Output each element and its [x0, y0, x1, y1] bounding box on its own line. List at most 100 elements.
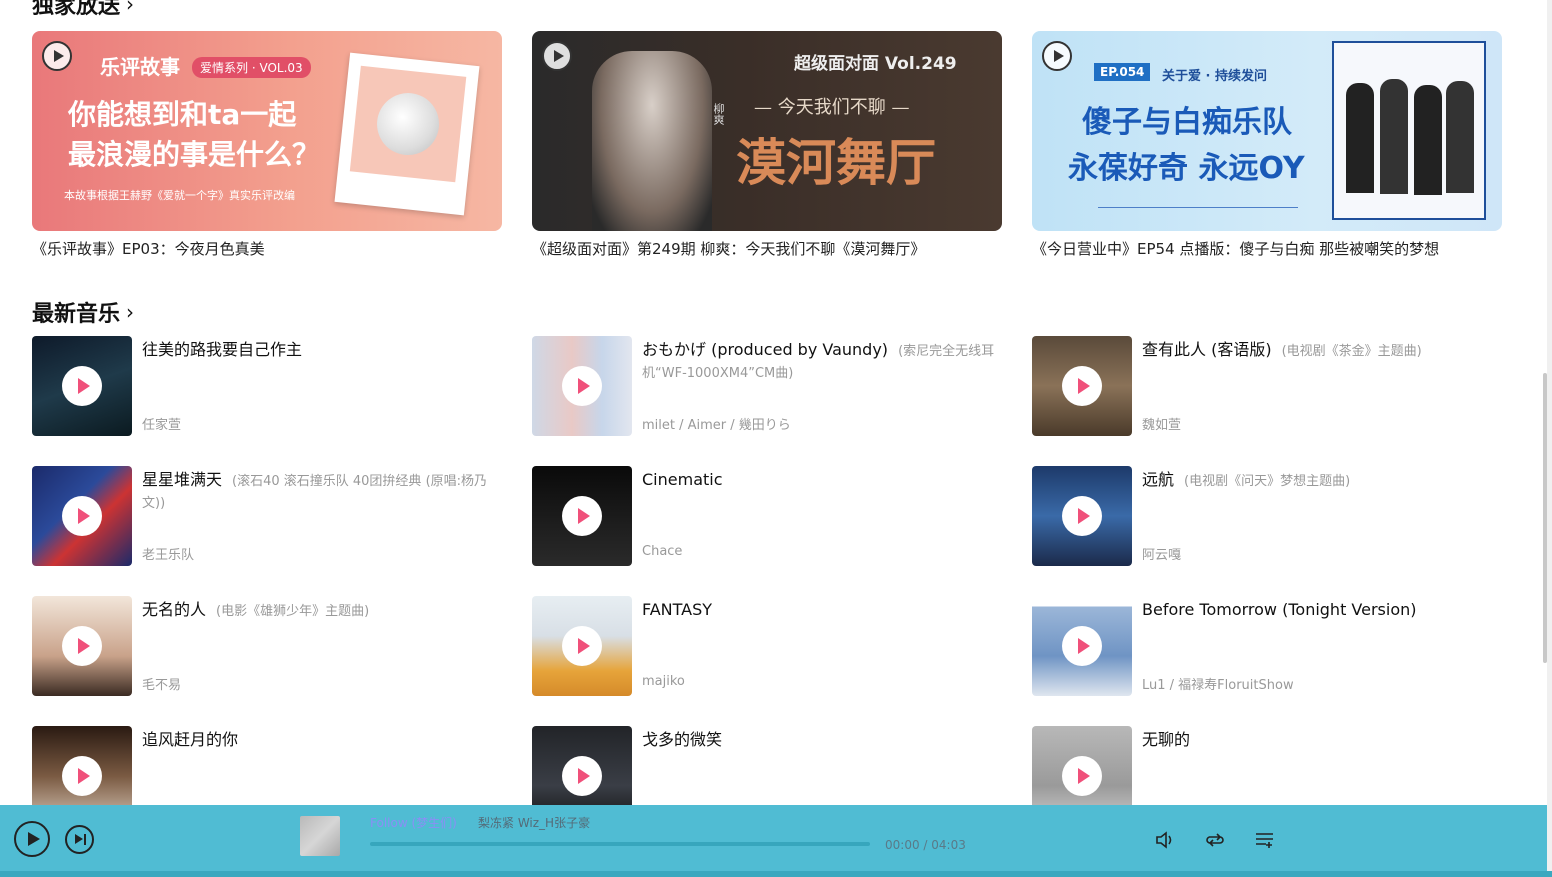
song-name: 戈多的微笑 — [642, 730, 723, 749]
song-cover — [1032, 596, 1132, 696]
song-item[interactable]: 星星堆满天 (滚石40 滚石撞乐队 40团拚经典 (原唱:杨乃文)) 老王乐队 — [32, 466, 502, 566]
play-icon[interactable] — [562, 496, 602, 536]
play-icon[interactable] — [1062, 496, 1102, 536]
exclusive-section-title[interactable]: 独家放送 › — [32, 0, 134, 20]
song-name: 远航 — [1142, 470, 1175, 489]
play-icon[interactable] — [62, 626, 102, 666]
play-icon[interactable] — [62, 496, 102, 536]
play-icon[interactable] — [1062, 626, 1102, 666]
song-name: おもかげ (produced by Vaundy) — [642, 340, 889, 359]
now-playing-cover[interactable] — [300, 816, 340, 856]
polaroid-image — [334, 52, 480, 216]
playlist-icon[interactable] — [1254, 829, 1276, 851]
song-artist[interactable]: 毛不易 — [142, 674, 181, 693]
song-artist[interactable]: Chace — [642, 544, 682, 559]
next-button[interactable] — [65, 825, 94, 854]
repeat-icon[interactable] — [1204, 829, 1226, 851]
banner-card[interactable]: 超级面对面 Vol.249 — 今天我们不聊 — 漠河舞厅 柳爽 — [532, 31, 1002, 231]
song-cover — [32, 596, 132, 696]
song-title: 查有此人 (客语版) (电视剧《茶金》主题曲) — [1142, 340, 1502, 362]
now-playing-track[interactable]: Follow (梦生们) — [370, 814, 457, 831]
song-artist[interactable]: 魏如萱 — [1142, 414, 1181, 433]
song-title: 无聊的 — [1142, 730, 1502, 752]
song-artist[interactable]: milet / Aimer / 幾田りら — [642, 414, 791, 433]
song-name: 星星堆满天 — [142, 470, 223, 489]
banner-caption[interactable]: 《今日营业中》EP54 点播版：傻子与白痴 那些被嘲笑的梦想 — [1032, 238, 1439, 259]
song-cover — [32, 336, 132, 436]
play-icon[interactable] — [542, 41, 572, 71]
play-icon[interactable] — [1062, 756, 1102, 796]
song-title: FANTASY — [642, 600, 1002, 622]
play-icon[interactable] — [62, 366, 102, 406]
song-name: 无聊的 — [1142, 730, 1191, 749]
song-title: Cinematic — [642, 470, 1002, 492]
banner-brand: 超级面对面 Vol.249 — [794, 54, 957, 74]
scrollbar-track[interactable] — [1547, 0, 1552, 877]
play-icon[interactable] — [562, 366, 602, 406]
banner-headline: 漠河舞厅 — [736, 133, 936, 192]
play-icon — [28, 832, 40, 846]
song-cover — [1032, 336, 1132, 436]
song-title: おもかげ (produced by Vaundy) (索尼完全无线耳机“WF-10… — [642, 340, 1002, 384]
song-item[interactable]: 无名的人 (电影《雄狮少年》主题曲) 毛不易 — [32, 596, 502, 696]
play-icon[interactable] — [562, 626, 602, 666]
new-music-section-title[interactable]: 最新音乐 › — [32, 296, 134, 328]
song-title: 无名的人 (电影《雄狮少年》主题曲) — [142, 600, 502, 622]
moon-icon — [373, 89, 443, 159]
chevron-right-icon: › — [126, 300, 135, 324]
banner-name: 柳爽 — [712, 103, 725, 125]
banner-headline: 永葆好奇 永远OY — [1068, 151, 1305, 186]
decor-line — [1098, 207, 1298, 208]
chevron-right-icon: › — [126, 0, 135, 16]
banner-caption[interactable]: 《乐评故事》EP03：今夜月色真美 — [32, 238, 265, 259]
banner-headline: — 今天我们不聊 — — [754, 97, 910, 118]
play-icon[interactable] — [1042, 41, 1072, 71]
progress-bar[interactable] — [370, 842, 870, 846]
scrollbar-thumb[interactable] — [1543, 373, 1547, 663]
song-item[interactable]: 远航 (电视剧《问天》梦想主题曲) 阿云嘎 — [1032, 466, 1502, 566]
play-icon[interactable] — [42, 41, 72, 71]
song-artist[interactable]: 阿云嘎 — [1142, 544, 1181, 563]
banner-caption[interactable]: 《超级面对面》第249期 柳爽：今天我们不聊《漠河舞厅》 — [532, 238, 925, 259]
song-item[interactable]: Cinematic Chace — [532, 466, 1002, 566]
play-icon[interactable] — [62, 756, 102, 796]
player-bottom-border — [0, 871, 1552, 877]
song-name: 往美的路我要自己作主 — [142, 340, 303, 359]
new-music-title-text: 最新音乐 — [32, 302, 121, 327]
banner-badge: EP.054 — [1094, 63, 1151, 81]
song-subtitle: (电影《雄狮少年》主题曲) — [216, 604, 370, 619]
banner-brand: 乐评故事 — [100, 55, 180, 79]
now-playing-artists[interactable]: 梨冻紧 Wiz_H张子豪 — [478, 814, 590, 831]
song-cover — [532, 466, 632, 566]
play-button[interactable] — [14, 821, 50, 857]
play-icon[interactable] — [1062, 366, 1102, 406]
banner-card[interactable]: 乐评故事 爱情系列 · VOL.03 你能想到和ta一起 最浪漫的事是什么？ 本… — [32, 31, 502, 231]
song-name: 查有此人 (客语版) — [1142, 340, 1272, 359]
song-name: Cinematic — [642, 470, 723, 489]
song-subtitle: (电视剧《问天》梦想主题曲) — [1184, 474, 1351, 489]
exclusive-title-text: 独家放送 — [32, 0, 121, 19]
song-artist[interactable]: 任家萱 — [142, 414, 181, 433]
song-title: 戈多的微笑 — [642, 730, 1002, 752]
song-title: Before Tomorrow (Tonight Version) — [1142, 600, 1502, 622]
song-title: 星星堆满天 (滚石40 滚石撞乐队 40团拚经典 (原唱:杨乃文)) — [142, 470, 502, 514]
volume-icon[interactable] — [1154, 829, 1176, 851]
song-artist[interactable]: Lu1 / 福禄寿FloruitShow — [1142, 674, 1294, 693]
song-name: 追风赶月的你 — [142, 730, 239, 749]
song-item[interactable]: 查有此人 (客语版) (电视剧《茶金》主题曲) 魏如萱 — [1032, 336, 1502, 436]
song-artist[interactable]: 老王乐队 — [142, 544, 194, 563]
song-title: 远航 (电视剧《问天》梦想主题曲) — [1142, 470, 1502, 492]
song-item[interactable]: おもかげ (produced by Vaundy) (索尼完全无线耳机“WF-10… — [532, 336, 1002, 436]
play-icon[interactable] — [562, 756, 602, 796]
song-artist[interactable]: majiko — [642, 674, 685, 689]
song-item[interactable]: FANTASY majiko — [532, 596, 1002, 696]
song-item[interactable]: Before Tomorrow (Tonight Version) Lu1 / … — [1032, 596, 1502, 696]
song-cover — [32, 466, 132, 566]
singer-photo — [592, 51, 712, 231]
banner-headline: 傻子与白痴乐队 — [1082, 105, 1292, 140]
banner-card[interactable]: EP.054 关于爱 · 持续发问 傻子与白痴乐队 永葆好奇 永远OY — [1032, 31, 1502, 231]
song-item[interactable]: 往美的路我要自己作主 任家萱 — [32, 336, 502, 436]
song-title: 往美的路我要自己作主 — [142, 340, 502, 362]
banner-headline: 你能想到和ta一起 — [68, 98, 297, 131]
song-cover — [532, 596, 632, 696]
